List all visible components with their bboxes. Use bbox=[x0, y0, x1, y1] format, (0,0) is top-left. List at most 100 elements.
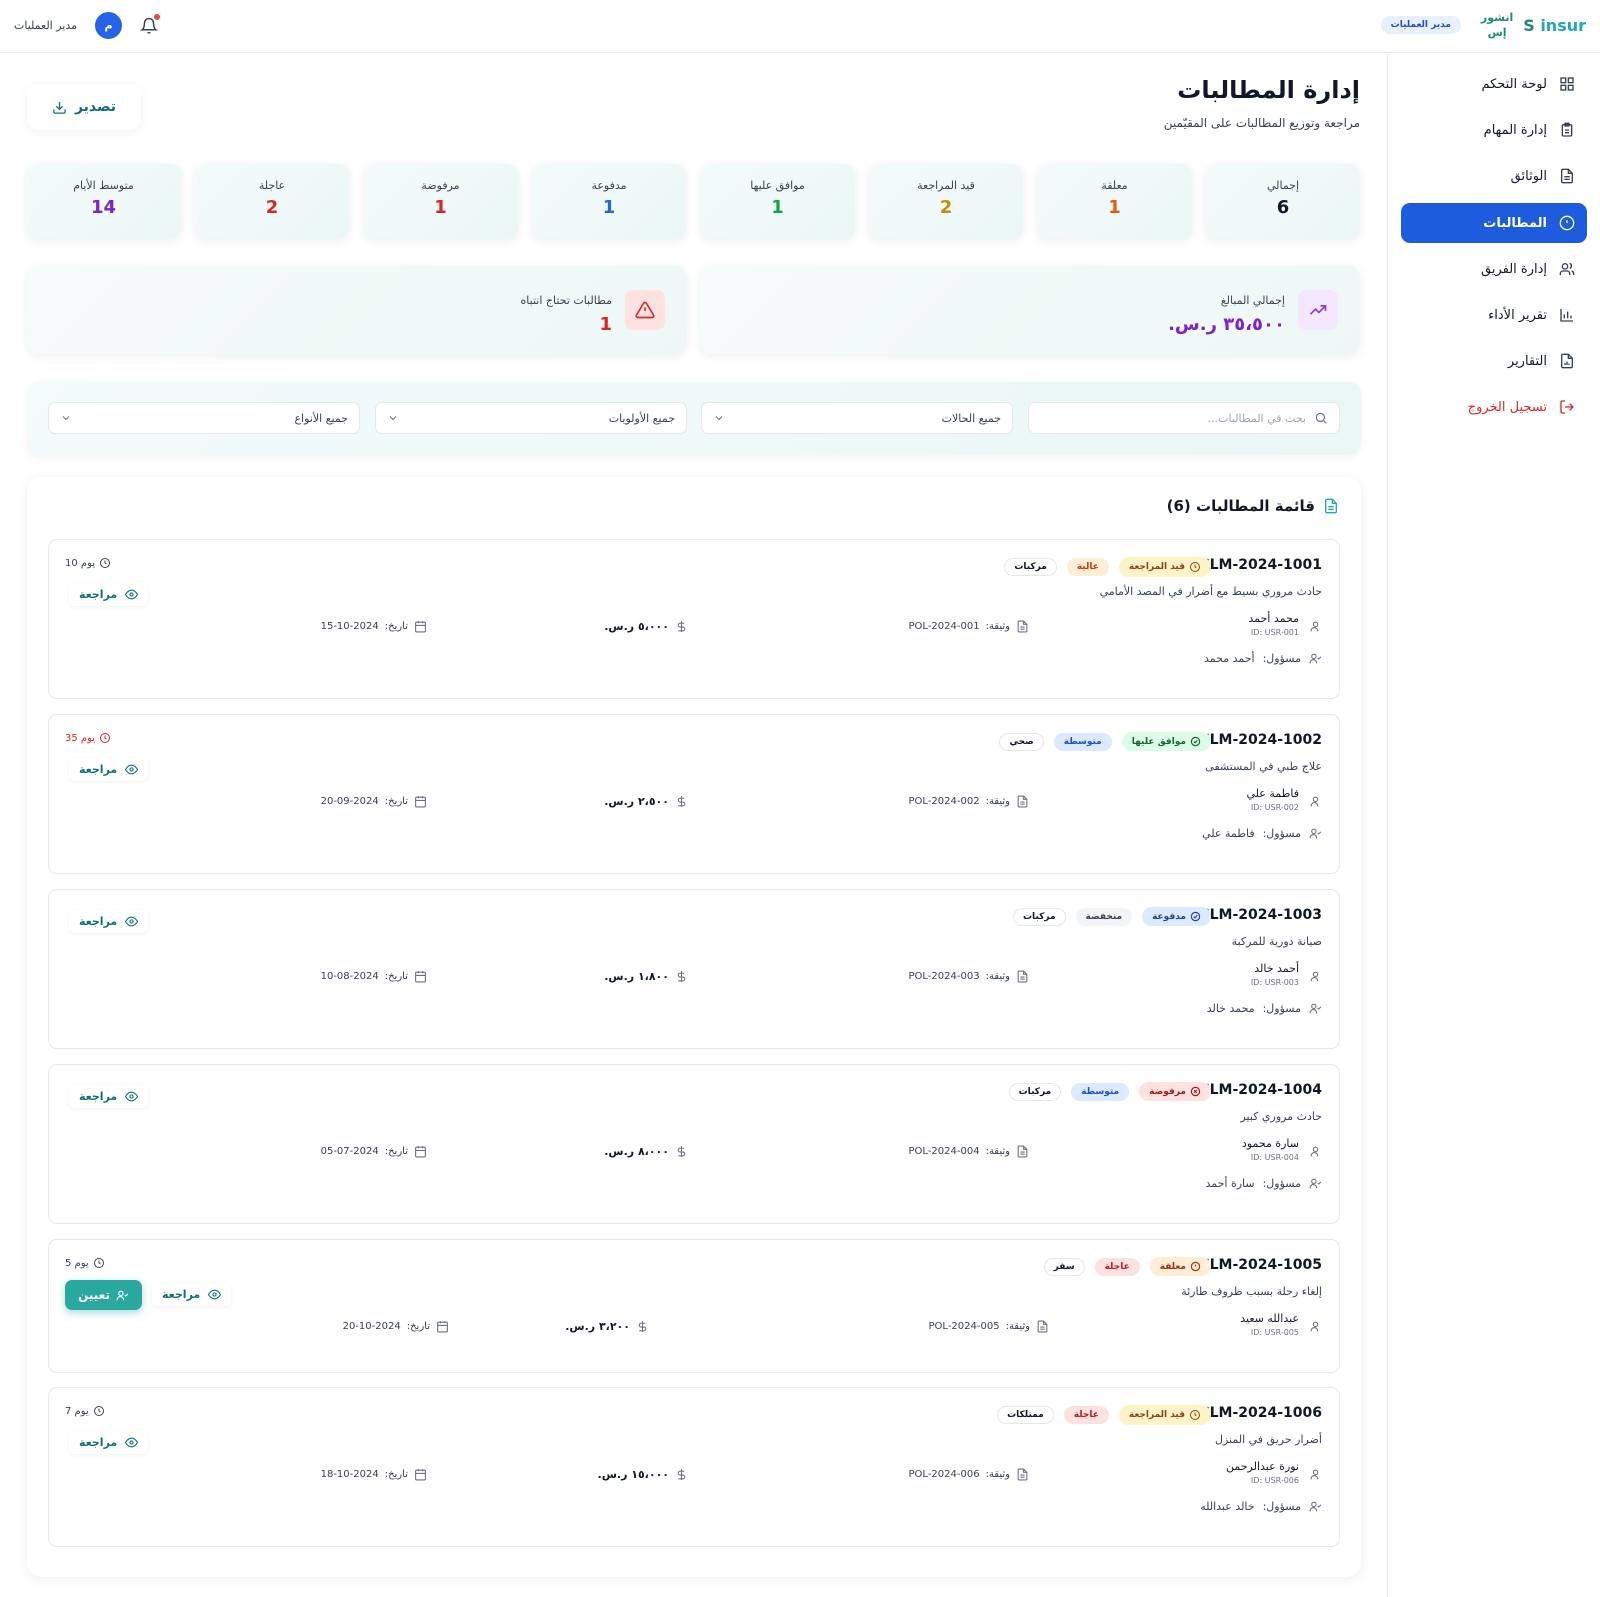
claim-id: CLM-2024-1006 bbox=[1199, 1405, 1322, 1421]
stat-label: مرفوضة bbox=[421, 179, 460, 192]
calendar-icon bbox=[414, 1145, 427, 1158]
sidebar-item-label: تسجيل الخروج bbox=[1467, 399, 1547, 415]
user-area: مدير العمليات م bbox=[14, 12, 161, 39]
priority-badge: عاجلة bbox=[1094, 1257, 1140, 1276]
stat-value: 6 bbox=[1276, 197, 1290, 218]
claim-badges: مرفوضة متوسطة مركبات bbox=[1008, 1082, 1211, 1101]
calendar-icon bbox=[414, 795, 427, 808]
claim-badges: قيد المراجعة عالية مركبات bbox=[1004, 557, 1211, 577]
policy-number: وثيقة: POL-2024-004 bbox=[909, 1145, 1029, 1158]
claim-card: CLM-2024-1004 مرفوضة متوسطة مركبات حادث … bbox=[48, 1064, 1340, 1224]
top-bar: S insur انشور إس مدير العمليات مدير العمل… bbox=[0, 0, 1600, 53]
review-button[interactable]: مراجعة bbox=[69, 910, 149, 933]
total-amount-card: إجمالي المبالغ ٣٥،٥٠٠ ر.س. bbox=[700, 266, 1360, 354]
status-badge: موافق عليها bbox=[1121, 732, 1211, 751]
claim-amount: ٣،٢٠٠ ر.س. bbox=[565, 1320, 649, 1333]
assign-button[interactable]: تعيين bbox=[65, 1280, 142, 1310]
claim-id: CLM-2024-1003 bbox=[1199, 907, 1322, 923]
check-circle-icon bbox=[1190, 911, 1201, 922]
claimant-name: محمد أحمد bbox=[1248, 612, 1299, 625]
claim-amount: ٢،٥٠٠ ر.س. bbox=[604, 795, 688, 808]
dollar-icon bbox=[675, 620, 688, 633]
stat-label: موافق عليها bbox=[750, 179, 805, 192]
user-icon bbox=[1309, 620, 1322, 633]
policy-number: وثيقة: POL-2024-001 bbox=[909, 620, 1029, 633]
sidebar-item-tasks[interactable]: إدارة المهام bbox=[1401, 110, 1587, 150]
sidebar-item-reports[interactable]: التقارير bbox=[1401, 341, 1587, 381]
dollar-icon bbox=[675, 795, 688, 808]
type-filter-select[interactable]: جميع الأنواع bbox=[48, 402, 360, 434]
sidebar-item-claims[interactable]: المطالبات bbox=[1401, 203, 1587, 243]
type-badge: مركبات bbox=[1008, 1082, 1062, 1101]
notification-dot bbox=[154, 13, 161, 20]
claim-amount: ٥،٠٠٠ ر.س. bbox=[604, 620, 688, 633]
policy-number: وثيقة: POL-2024-002 bbox=[909, 795, 1029, 808]
warning-icon bbox=[625, 290, 665, 330]
review-button[interactable]: مراجعة bbox=[69, 758, 149, 781]
sidebar-item-label: الوثائق bbox=[1510, 168, 1547, 184]
claimant-id: ID: USR-001 bbox=[1250, 628, 1299, 637]
clock-icon bbox=[1189, 1409, 1201, 1421]
sidebar-item-logout[interactable]: تسجيل الخروج bbox=[1401, 387, 1587, 427]
claim-date: تاريخ: 05-07-2024 bbox=[321, 1145, 427, 1158]
x-circle-icon bbox=[1190, 1086, 1201, 1097]
total-amount-value: ٣٥،٥٠٠ ر.س. bbox=[1168, 314, 1285, 335]
sidebar-item-documents[interactable]: الوثائق bbox=[1401, 156, 1587, 196]
claimant-name: فاطمة علي bbox=[1246, 787, 1300, 800]
claim-description: علاج طبي في المستشفى bbox=[1205, 760, 1322, 773]
role-badge: مدير العمليات bbox=[1380, 16, 1461, 34]
clock-icon bbox=[99, 732, 111, 744]
sidebar-item-performance[interactable]: تقرير الأداء bbox=[1401, 295, 1587, 335]
claim-handler: مسؤول: خالد عبدالله bbox=[1200, 1500, 1322, 1513]
stat-card: مرفوضة 1 bbox=[363, 164, 518, 239]
stat-card: عاجلة 2 bbox=[195, 164, 349, 239]
claimant-id: ID: USR-003 bbox=[1250, 978, 1299, 987]
status-filter-value: جميع الحالات bbox=[941, 411, 1001, 425]
review-button[interactable]: مراجعة bbox=[69, 583, 149, 606]
stat-label: متوسط الأيام bbox=[73, 179, 134, 192]
sidebar-item-label: إدارة المهام bbox=[1483, 122, 1547, 138]
brand[interactable]: S insur انشور إس مدير العمليات bbox=[1380, 10, 1586, 40]
priority-filter-select[interactable]: جميع الأولويات bbox=[375, 402, 687, 434]
claimant-name: عبدالله سعيد bbox=[1240, 1312, 1299, 1325]
sidebar-item-label: إدارة الفريق bbox=[1480, 261, 1547, 277]
chevron-down-icon bbox=[713, 412, 725, 424]
claim-id: CLM-2024-1004 bbox=[1199, 1082, 1322, 1098]
claimant: أحمد خالد ID: USR-003 bbox=[1251, 962, 1322, 987]
users-icon bbox=[1559, 261, 1575, 277]
policy-number: وثيقة: POL-2024-006 bbox=[909, 1468, 1029, 1481]
user-check-icon bbox=[1309, 827, 1322, 840]
search-input[interactable]: بحث في المطالبات... bbox=[1028, 402, 1340, 434]
clock-icon bbox=[93, 1405, 105, 1417]
review-button[interactable]: مراجعة bbox=[69, 1085, 149, 1108]
stat-label: معلقة bbox=[1101, 179, 1128, 192]
user-icon bbox=[1309, 795, 1322, 808]
stat-label: قيد المراجعة bbox=[917, 179, 975, 192]
sidebar-item-team[interactable]: إدارة الفريق bbox=[1401, 249, 1587, 289]
export-button[interactable]: تصدير bbox=[27, 84, 141, 130]
stat-value: 1 bbox=[602, 197, 616, 218]
claim-id: CLM-2024-1005 bbox=[1199, 1257, 1322, 1273]
type-badge: مركبات bbox=[1004, 558, 1057, 576]
claim-card: CLM-2024-1006 قيد المراجعة عاجلة ممتلكات… bbox=[48, 1387, 1340, 1547]
download-icon bbox=[52, 100, 67, 115]
priority-badge: متوسطة bbox=[1071, 1082, 1130, 1101]
attention-value: 1 bbox=[599, 314, 612, 335]
stat-card: إجمالي 6 bbox=[1206, 164, 1360, 239]
review-button[interactable]: مراجعة bbox=[152, 1283, 232, 1306]
brand-arabic-name: انشور إس bbox=[1480, 11, 1514, 39]
calendar-icon bbox=[436, 1320, 449, 1333]
stat-label: مدفوعة bbox=[591, 179, 627, 192]
dollar-icon bbox=[675, 1468, 688, 1481]
document-icon bbox=[1016, 970, 1029, 983]
user-check-icon bbox=[1309, 652, 1322, 665]
status-filter-select[interactable]: جميع الحالات bbox=[701, 402, 1013, 434]
avatar[interactable]: م bbox=[95, 12, 123, 39]
claimant-id: ID: USR-002 bbox=[1250, 803, 1299, 812]
chevron-down-icon bbox=[60, 412, 72, 424]
chevron-down-icon bbox=[387, 412, 399, 424]
sidebar-item-dashboard[interactable]: لوحة التحكم bbox=[1401, 64, 1587, 104]
review-button[interactable]: مراجعة bbox=[69, 1431, 149, 1454]
notification-bell-icon[interactable] bbox=[140, 13, 161, 35]
claimant: نورة عبدالرحمن ID: USR-006 bbox=[1226, 1460, 1322, 1485]
